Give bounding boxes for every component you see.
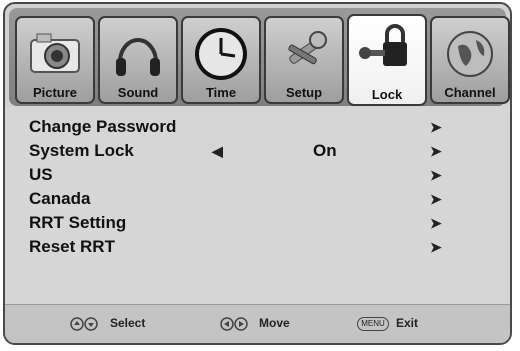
lock-icon (359, 24, 407, 66)
menu-item-rrt-setting[interactable]: RRT Setting ➤ (29, 213, 469, 237)
tab-label: Time (205, 85, 237, 100)
menu-key-icon: MENU (357, 317, 389, 331)
tools-icon (288, 31, 327, 65)
menu-item-change-password[interactable]: Change Password ➤ (29, 117, 469, 141)
left-right-buttons-icon (220, 317, 248, 331)
exit-hint: Exit (396, 316, 419, 330)
tab-bar: Picture Sound Time Setup Lock Channel (9, 8, 510, 106)
menu-item-us[interactable]: US ➤ (29, 165, 469, 189)
menu-item-label: System Lock (29, 141, 134, 160)
select-hint: Select (110, 316, 146, 330)
menu-item-label: Canada (29, 189, 91, 208)
menu-item-label: Change Password (29, 117, 177, 136)
tab-channel[interactable]: Channel (430, 16, 510, 104)
globe-icon (447, 31, 493, 77)
menu-item-reset-rrt[interactable]: Reset RRT ➤ (29, 237, 469, 261)
tab-setup[interactable]: Setup (264, 16, 344, 104)
tab-picture[interactable]: Picture (15, 16, 95, 104)
help-footer: Select Move MENU Exit (5, 304, 510, 343)
lock-menu: Change Password ➤ System Lock ◀ On ➤ US … (5, 107, 510, 307)
tab-label: Channel (444, 85, 496, 100)
menu-item-label: RRT Setting (29, 213, 127, 232)
headphones-icon (116, 38, 160, 76)
arrow-right-icon: ➤ (430, 119, 442, 135)
camera-icon (30, 33, 80, 73)
menu-item-canada[interactable]: Canada ➤ (29, 189, 469, 213)
tab-sound[interactable]: Sound (98, 16, 178, 104)
arrow-right-icon: ➤ (430, 215, 442, 231)
arrow-right-icon: ➤ (430, 167, 442, 183)
tab-label: Picture (32, 85, 78, 100)
arrow-right-icon[interactable]: ➤ (430, 143, 442, 160)
tv-osd-frame: Picture Sound Time Setup Lock Channel Ch… (3, 2, 512, 345)
arrow-left-icon[interactable]: ◀ (212, 143, 223, 160)
menu-item-label: US (29, 165, 53, 184)
arrow-right-icon: ➤ (430, 191, 442, 207)
tab-label: Sound (117, 85, 159, 100)
tab-label: Lock (371, 87, 403, 102)
arrow-right-icon: ➤ (430, 239, 442, 255)
up-down-buttons-icon (70, 317, 98, 331)
tab-time[interactable]: Time (181, 16, 261, 104)
tab-label: Setup (285, 85, 323, 100)
clock-icon (195, 28, 247, 80)
move-hint: Move (259, 316, 290, 330)
system-lock-value: On (313, 141, 337, 160)
menu-item-system-lock[interactable]: System Lock ◀ On ➤ (29, 141, 469, 165)
tab-lock[interactable]: Lock (347, 14, 427, 106)
menu-item-label: Reset RRT (29, 237, 115, 256)
